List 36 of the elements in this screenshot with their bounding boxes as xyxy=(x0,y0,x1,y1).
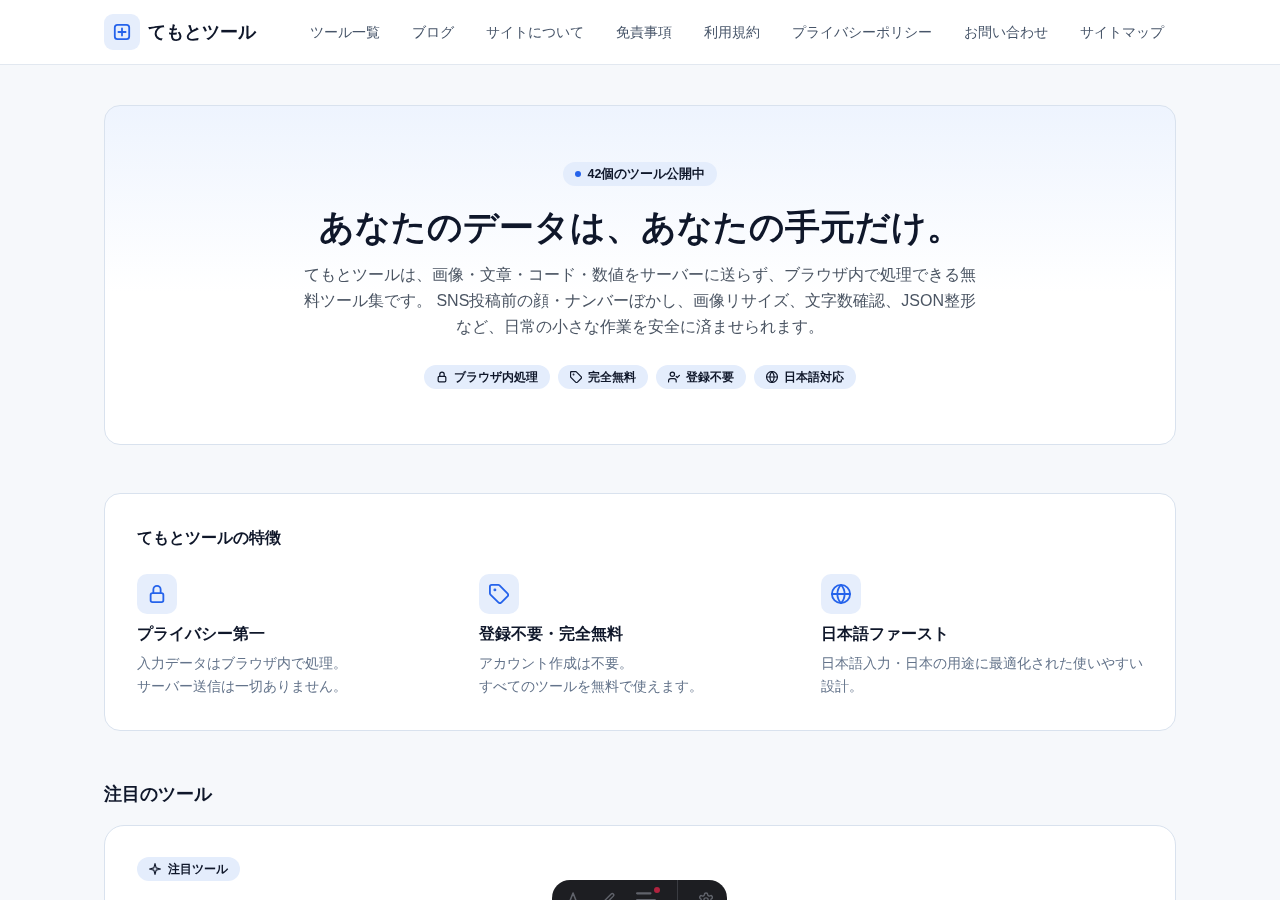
badge-label: 42個のツール公開中 xyxy=(587,165,706,183)
sparkle-icon xyxy=(149,863,161,875)
hero-title: あなたのデータは、あなたの手元だけ。 xyxy=(318,206,962,248)
nav-link[interactable]: 利用規約 xyxy=(692,16,772,48)
plus-square-icon xyxy=(104,14,140,50)
lock-icon xyxy=(436,371,448,383)
feature-title: 日本語ファースト xyxy=(821,624,950,644)
badge-label: 注目ツール xyxy=(168,860,228,878)
feature-description: アカウント作成は不要。 すべてのツールを無料で使えます。 xyxy=(479,654,704,696)
nav-link[interactable]: 免責事項 xyxy=(604,16,684,48)
globe-icon xyxy=(821,574,861,614)
nav-link[interactable]: サイトについて xyxy=(474,16,596,48)
tag-label: 登録不要 xyxy=(686,368,734,386)
tag-label: 日本語対応 xyxy=(784,368,844,386)
tag-icon xyxy=(570,371,582,383)
feature-description: 日本語入力・日本の用途に最適化された使いやすい設計。 xyxy=(821,654,1143,696)
globe-icon xyxy=(766,371,778,383)
nav-link[interactable]: サイトマップ xyxy=(1068,16,1176,48)
nav-link[interactable]: プライバシーポリシー xyxy=(780,16,944,48)
user-check-icon xyxy=(668,371,680,383)
tag-label: ブラウザ内処理 xyxy=(454,368,538,386)
lock-icon xyxy=(137,574,177,614)
nav-link[interactable]: ブログ xyxy=(400,16,466,48)
section-title: てもとツールの特徴 xyxy=(137,528,282,548)
status-dot-icon xyxy=(574,171,581,177)
feature-title: 登録不要・完全無料 xyxy=(479,624,624,644)
feature-title: プライバシー第一 xyxy=(137,624,266,644)
nav-link[interactable]: お問い合わせ xyxy=(952,16,1060,48)
tag-icon xyxy=(479,574,519,614)
feature-description: 入力データはブラウザ内で処理。 サーバー送信は一切ありません。 xyxy=(137,654,348,696)
section-heading: 注目のツール xyxy=(104,783,214,806)
notification-dot-icon xyxy=(654,887,661,893)
brand-link[interactable]: てもとツール xyxy=(104,14,256,50)
hero-description: てもとツールは、画像・文章・コード・数値をサーバーに送らず、ブラウザ内で処理できる無料ツール集です。 SNS投稿前の顔・ナンバーぼかし、画像リサイズ、文字数確認、JSON整形など、日常の小さな作業を安全に済ませられます。 xyxy=(303,265,977,337)
nav-link[interactable]: ツール一覧 xyxy=(298,16,392,48)
tag-label: 完全無料 xyxy=(588,368,636,386)
